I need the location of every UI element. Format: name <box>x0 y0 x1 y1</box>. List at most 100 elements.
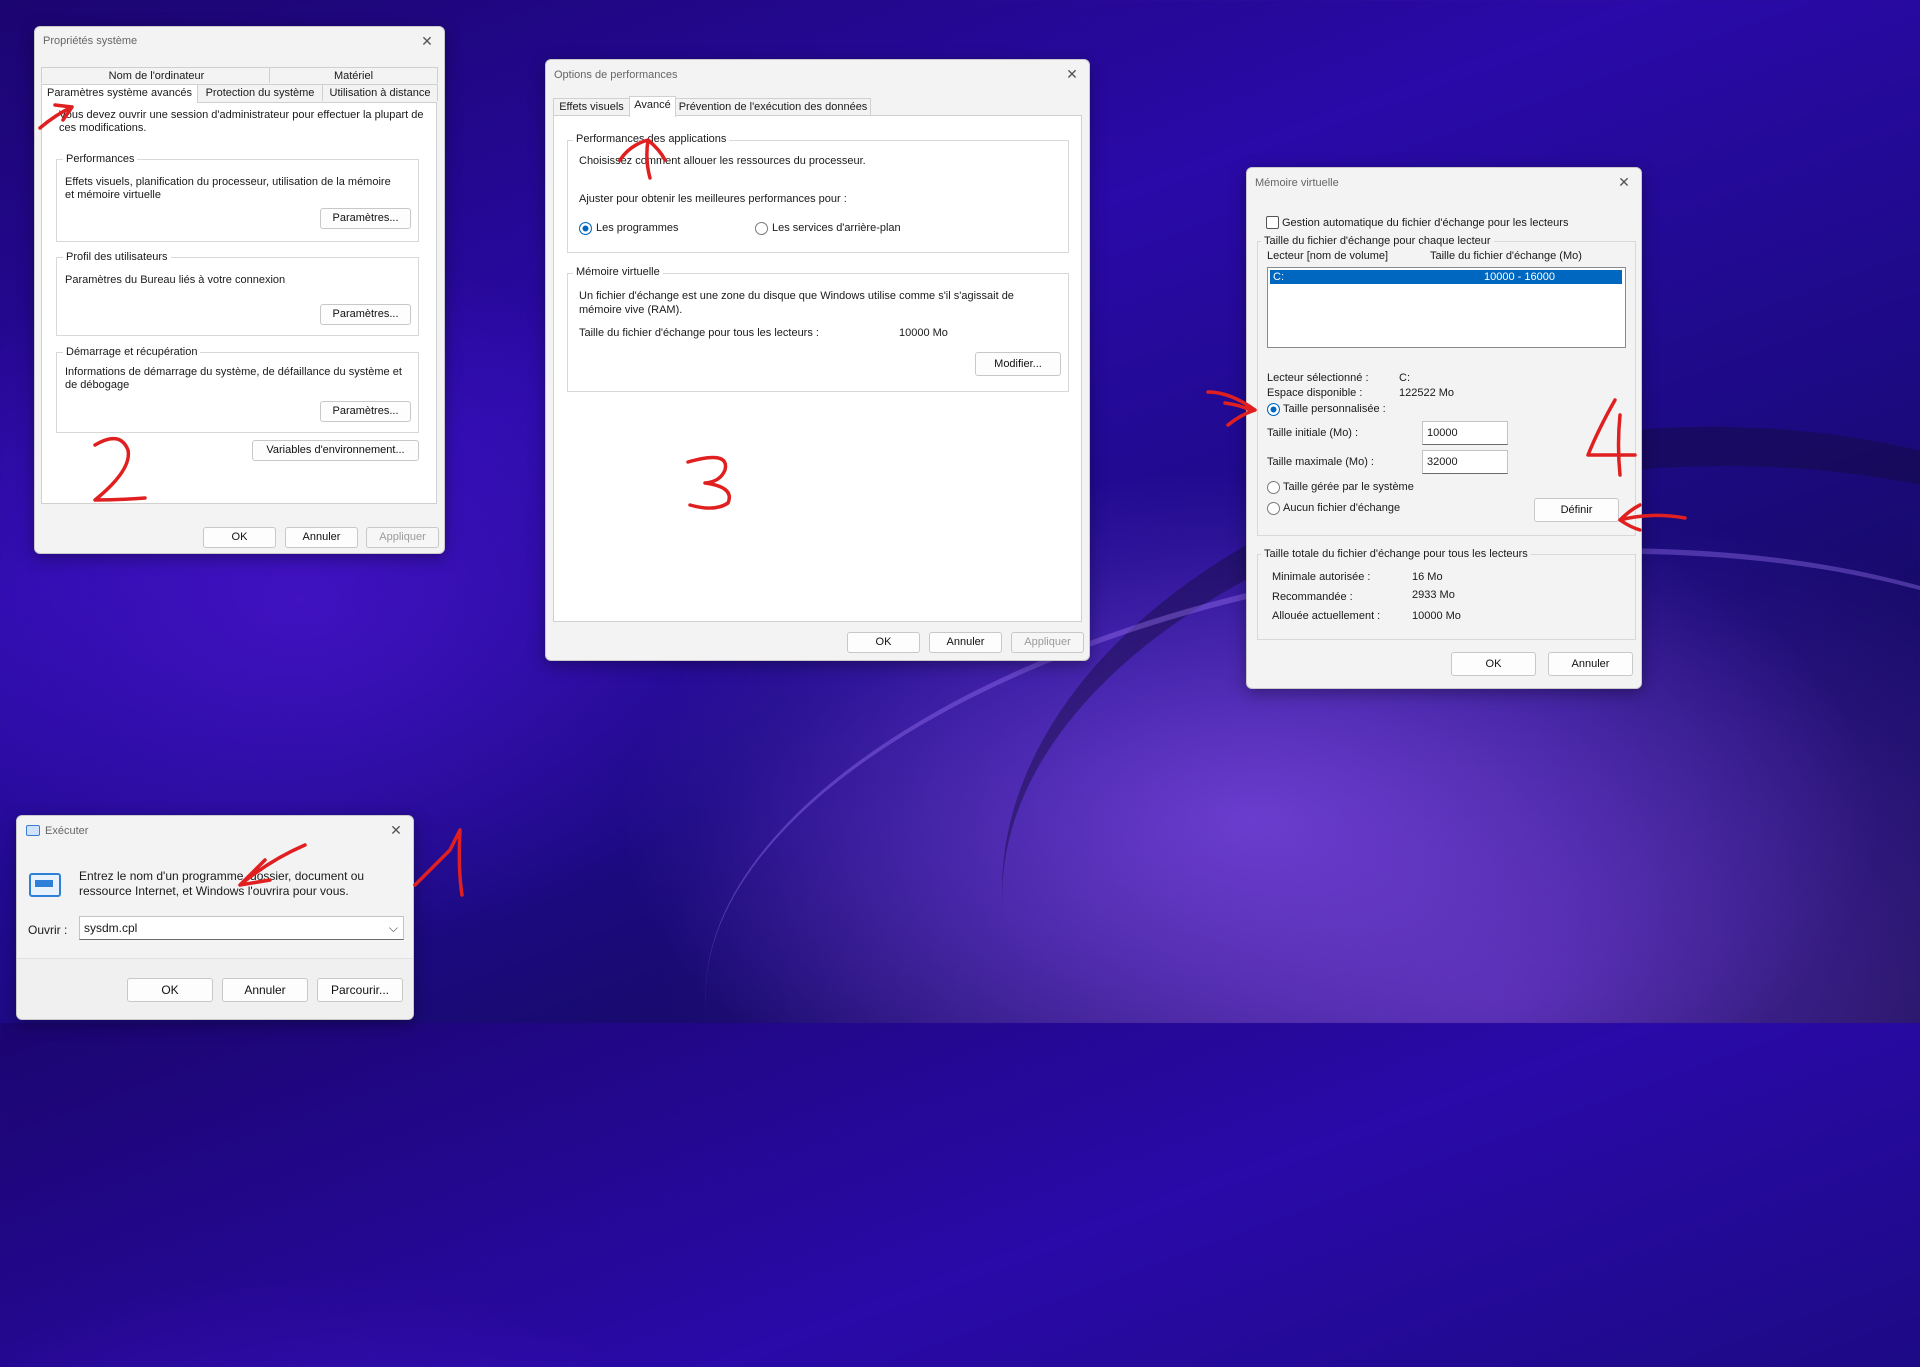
totals-group: Taille totale du fichier d'échange pour … <box>1257 548 1636 640</box>
startup-label: Démarrage et récupération <box>63 346 201 358</box>
tab-panel: Vous devez ouvrir une session d'administ… <box>41 102 437 504</box>
tab-dep[interactable]: Prévention de l'exécution des données <box>675 98 871 116</box>
set-button[interactable]: Définir <box>1534 498 1619 522</box>
startup-text: Informations de démarrage du système, de… <box>65 366 402 391</box>
performance-text: Effets visuels, planification du process… <box>65 176 391 201</box>
run-description: Entrez le nom d'un programme, dossier, d… <box>79 869 365 898</box>
ok-button[interactable]: OK <box>203 527 276 548</box>
annotation-number-1 <box>413 828 464 897</box>
tab-advanced[interactable]: Avancé <box>629 96 676 117</box>
profile-settings-button[interactable]: Paramètres... <box>320 304 411 325</box>
background-services-label[interactable]: Les services d'arrière-plan <box>772 222 901 234</box>
column-size: Taille du fichier d'échange (Mo) <box>1430 250 1582 262</box>
tab-visual-effects[interactable]: Effets visuels <box>553 98 630 116</box>
free-space-value: 122522 Mo <box>1399 387 1455 399</box>
ok-button[interactable]: OK <box>127 978 213 1002</box>
titlebar: Mémoire virtuelle ✕ <box>1247 168 1641 198</box>
processor-scheduling-group: Performances des applications Choisissez… <box>567 133 1069 253</box>
startup-group: Démarrage et récupération Informations d… <box>56 346 419 433</box>
recommended-value: 2933 Mo <box>1412 589 1455 601</box>
min-label: Minimale autorisée : <box>1272 571 1371 583</box>
custom-size-radio[interactable] <box>1267 403 1280 416</box>
programs-radio[interactable] <box>579 222 592 235</box>
performance-settings-button[interactable]: Paramètres... <box>320 208 411 229</box>
open-input[interactable]: sysdm.cpl ⌵ <box>79 916 404 940</box>
admin-note: Vous devez ouvrir une session d'administ… <box>59 109 424 134</box>
chevron-down-icon[interactable]: ⌵ <box>389 917 398 939</box>
performance-label: Performances <box>63 153 138 165</box>
no-paging-label[interactable]: Aucun fichier d'échange <box>1283 502 1400 514</box>
drive-row[interactable]: C: 10000 - 16000 <box>1270 270 1622 284</box>
profile-text: Paramètres du Bureau liés à votre connex… <box>65 274 286 286</box>
browse-button[interactable]: Parcourir... <box>317 978 403 1002</box>
allocated-value: 10000 Mo <box>1412 610 1461 622</box>
profile-group: Profil des utilisateurs Paramètres du Bu… <box>56 251 419 336</box>
close-icon[interactable]: ✕ <box>1063 65 1081 83</box>
run-app-icon <box>29 873 61 897</box>
cancel-button[interactable]: Annuler <box>1548 652 1633 676</box>
open-input-value: sysdm.cpl <box>84 921 138 935</box>
max-size-label: Taille maximale (Mo) : <box>1267 456 1374 468</box>
close-icon[interactable]: ✕ <box>418 32 436 50</box>
startup-settings-button[interactable]: Paramètres... <box>320 401 411 422</box>
no-paging-radio[interactable] <box>1267 502 1280 515</box>
per-drive-group: Taille du fichier d'échange pour chaque … <box>1257 235 1636 536</box>
modify-button[interactable]: Modifier... <box>975 352 1061 376</box>
min-value: 16 Mo <box>1412 571 1443 583</box>
free-space-label: Espace disponible : <box>1267 387 1363 399</box>
cancel-button[interactable]: Annuler <box>222 978 308 1002</box>
programs-label[interactable]: Les programmes <box>596 222 679 234</box>
virtual-memory-text: Un fichier d'échange est une zone du dis… <box>579 290 1014 316</box>
selected-drive-value: C: <box>1399 372 1410 384</box>
adjust-text: Ajuster pour obtenir les meilleures perf… <box>579 193 847 205</box>
processor-scheduling-label: Performances des applications <box>573 133 730 145</box>
run-icon <box>26 825 40 836</box>
initial-size-input[interactable]: 10000 <box>1422 421 1508 445</box>
titlebar: Propriétés système ✕ <box>35 27 444 57</box>
cancel-button[interactable]: Annuler <box>285 527 358 548</box>
system-managed-radio[interactable] <box>1267 481 1280 494</box>
virtual-memory-group: Mémoire virtuelle Un fichier d'échange e… <box>567 266 1069 392</box>
ok-button[interactable]: OK <box>1451 652 1536 676</box>
performance-options-window: Options de performances ✕ Effets visuels… <box>545 59 1090 661</box>
paging-total-value: 10000 Mo <box>899 327 948 339</box>
background-services-radio[interactable] <box>755 222 768 235</box>
totals-label: Taille totale du fichier d'échange pour … <box>1261 548 1531 560</box>
max-size-input[interactable]: 32000 <box>1422 450 1508 474</box>
allocated-label: Allouée actuellement : <box>1272 610 1381 622</box>
processor-scheduling-text: Choisissez comment allouer les ressource… <box>579 155 866 167</box>
tab-advanced-settings[interactable]: Paramètres système avancés <box>41 84 198 103</box>
per-drive-label: Taille du fichier d'échange pour chaque … <box>1261 235 1494 247</box>
profile-label: Profil des utilisateurs <box>63 251 171 263</box>
tab-remote[interactable]: Utilisation à distance <box>322 84 438 101</box>
window-title: Propriétés système <box>43 35 138 47</box>
custom-size-label[interactable]: Taille personnalisée : <box>1283 403 1386 415</box>
drive-letter: C: <box>1273 271 1284 283</box>
window-title: Exécuter <box>45 825 89 837</box>
auto-manage-checkbox[interactable] <box>1266 216 1279 229</box>
open-label: Ouvrir : <box>28 923 68 937</box>
window-title: Mémoire virtuelle <box>1255 177 1339 189</box>
apply-button[interactable]: Appliquer <box>1011 632 1084 653</box>
window-title: Options de performances <box>554 69 678 81</box>
tab-strip: Nom de l'ordinateur Matériel Paramètres … <box>41 67 438 107</box>
tab-system-protection[interactable]: Protection du système <box>197 84 323 101</box>
titlebar: Options de performances ✕ <box>546 60 1089 90</box>
performance-group: Performances Effets visuels, planificati… <box>56 153 419 242</box>
system-properties-window: Propriétés système ✕ Nom de l'ordinateur… <box>34 26 445 554</box>
virtual-memory-label: Mémoire virtuelle <box>573 266 663 278</box>
auto-manage-label[interactable]: Gestion automatique du fichier d'échange… <box>1282 217 1568 229</box>
cancel-button[interactable]: Annuler <box>929 632 1002 653</box>
drive-list[interactable]: C: 10000 - 16000 <box>1267 267 1626 348</box>
paging-total-label: Taille du fichier d'échange pour tous le… <box>579 327 819 339</box>
tab-computer-name[interactable]: Nom de l'ordinateur <box>41 67 272 83</box>
ok-button[interactable]: OK <box>847 632 920 653</box>
environment-variables-button[interactable]: Variables d'environnement... <box>252 440 419 461</box>
close-icon[interactable]: ✕ <box>387 821 405 839</box>
close-icon[interactable]: ✕ <box>1615 173 1633 191</box>
system-managed-label[interactable]: Taille gérée par le système <box>1283 481 1414 493</box>
recommended-label: Recommandée : <box>1272 591 1353 603</box>
drive-size: 10000 - 16000 <box>1484 271 1555 283</box>
tab-hardware[interactable]: Matériel <box>269 67 438 83</box>
apply-button[interactable]: Appliquer <box>366 527 439 548</box>
